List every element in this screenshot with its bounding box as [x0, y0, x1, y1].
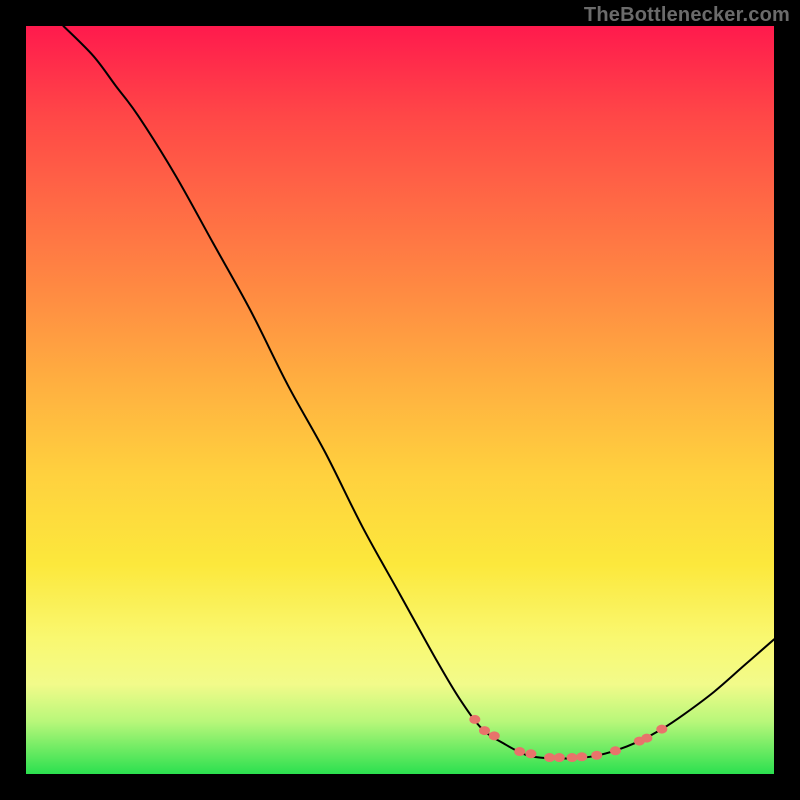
plot-area — [26, 26, 774, 774]
curve-dot — [610, 746, 621, 755]
watermark-text: TheBottlenecker.com — [584, 4, 790, 27]
curve-dots — [469, 715, 667, 762]
curve-dot — [489, 731, 500, 740]
curve-dot — [514, 747, 525, 756]
curve-dot — [479, 726, 490, 735]
curve-dot — [656, 725, 667, 734]
curve-dot — [576, 752, 587, 761]
curve-dot — [469, 715, 480, 724]
curve-dot — [591, 751, 602, 760]
curve-dot — [525, 749, 536, 758]
bottleneck-curve — [63, 26, 774, 759]
curve-dot — [554, 753, 565, 762]
curve-dot — [641, 734, 652, 743]
chart-container: TheBottlenecker.com — [0, 0, 800, 800]
curve-svg — [26, 26, 774, 774]
curve-dot — [567, 753, 578, 762]
curve-dot — [544, 753, 555, 762]
